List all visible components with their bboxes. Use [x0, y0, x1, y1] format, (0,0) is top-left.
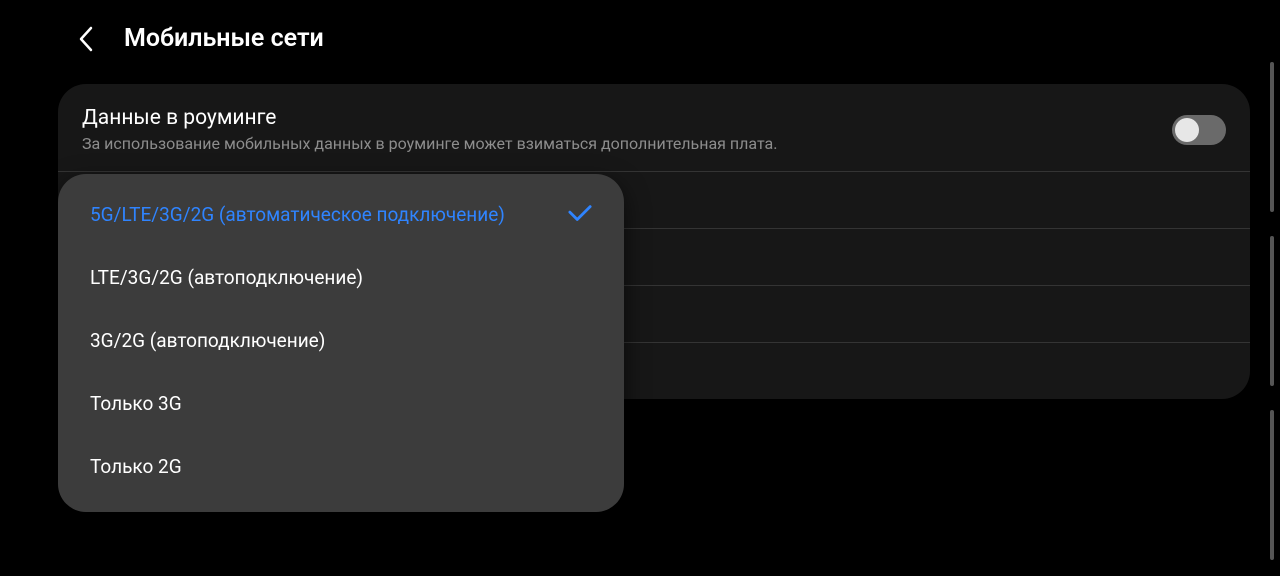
page-title: Мобильные сети [124, 24, 324, 53]
roaming-title: Данные в роуминге [82, 106, 1172, 130]
scroll-indicator [1270, 236, 1274, 386]
check-icon [568, 202, 592, 226]
popup-option-label: 3G/2G (автоподключение) [90, 329, 325, 352]
popup-option-2g[interactable]: Только 2G [58, 435, 624, 498]
roaming-toggle[interactable] [1172, 115, 1226, 145]
popup-option-lte[interactable]: LTE/3G/2G (автоподключение) [58, 246, 624, 309]
popup-option-5g[interactable]: 5G/LTE/3G/2G (автоматическое подключение… [58, 182, 624, 246]
toggle-knob [1175, 118, 1199, 142]
roaming-subtitle: За использование мобильных данных в роум… [82, 134, 1172, 153]
popup-option-label: Только 2G [90, 455, 182, 478]
back-button[interactable] [72, 25, 100, 53]
popup-option-label: 5G/LTE/3G/2G (автоматическое подключение… [90, 203, 505, 226]
popup-option-label: Только 3G [90, 392, 182, 415]
scroll-indicator [1270, 62, 1274, 212]
roaming-row[interactable]: Данные в роуминге За использование мобил… [58, 84, 1250, 172]
scroll-indicator [1270, 410, 1274, 560]
chevron-left-icon [77, 25, 95, 53]
popup-option-3g2g[interactable]: 3G/2G (автоподключение) [58, 309, 624, 372]
popup-option-3g[interactable]: Только 3G [58, 372, 624, 435]
popup-option-label: LTE/3G/2G (автоподключение) [90, 266, 363, 289]
network-mode-popup: 5G/LTE/3G/2G (автоматическое подключение… [58, 174, 624, 512]
roaming-text: Данные в роуминге За использование мобил… [82, 106, 1172, 153]
header: Мобильные сети [0, 0, 1280, 77]
